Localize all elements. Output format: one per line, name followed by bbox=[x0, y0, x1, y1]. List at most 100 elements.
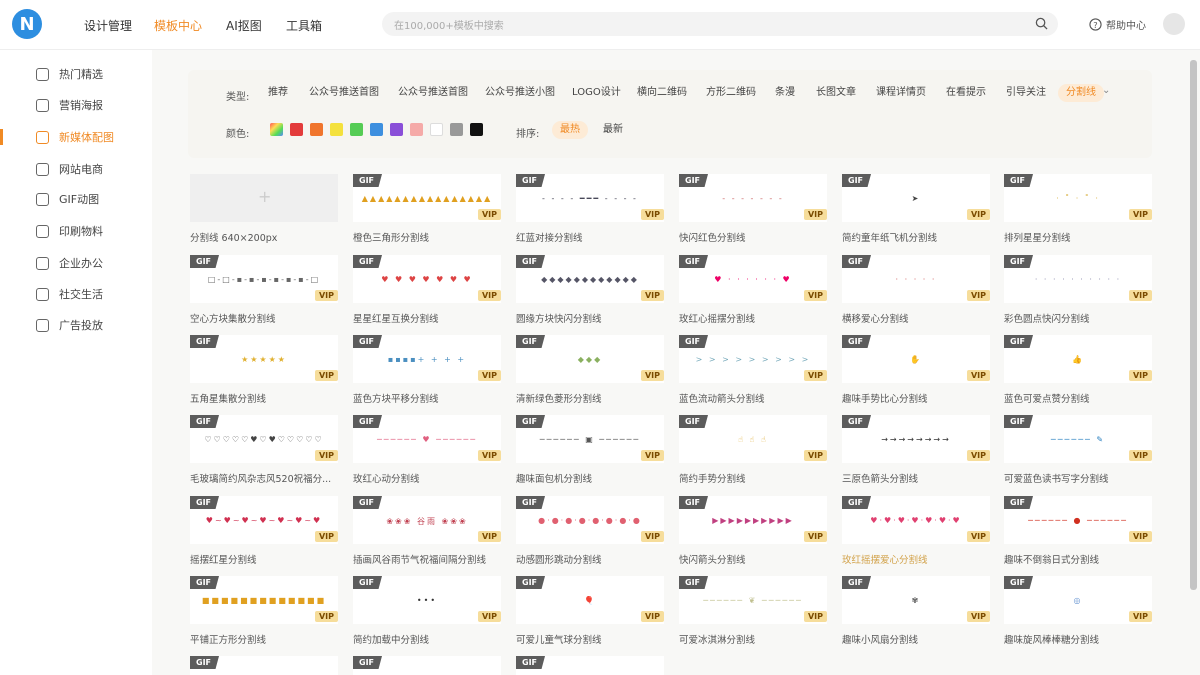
template-card[interactable]: GIF - - - - ━━━ - - - - VIP 红蓝对接分割线 bbox=[516, 174, 664, 244]
type-chip-6[interactable]: 方形二维码 bbox=[706, 84, 756, 102]
template-title[interactable]: 玫红摇摆爱心分割线 bbox=[842, 552, 990, 566]
type-chip-4[interactable]: LOGO设计 bbox=[572, 84, 621, 102]
template-card[interactable]: GIF ────── ❦ ────── VIP 可爱冰淇淋分割线 bbox=[679, 576, 827, 646]
color-swatch-9[interactable] bbox=[450, 123, 463, 136]
sidebar-item-8[interactable]: 广告投放 bbox=[36, 316, 103, 334]
template-thumbnail[interactable]: GIF - - - - ━━━ - - - - VIP bbox=[516, 174, 664, 222]
template-title[interactable]: 排列星星分割线 bbox=[1004, 230, 1152, 244]
template-title[interactable]: 趣味手势比心分割线 bbox=[842, 391, 990, 405]
nav-ai-cutout[interactable]: AI抠图 bbox=[226, 17, 262, 34]
sidebar-item-4[interactable]: GIF动图 bbox=[36, 190, 99, 208]
template-thumbnail[interactable]: GIF · ˚ · ˚ · VIP bbox=[1004, 174, 1152, 222]
template-card[interactable]: GIF 🎈 VIP 可爱儿童气球分割线 bbox=[516, 576, 664, 646]
color-swatch-6[interactable] bbox=[390, 123, 403, 136]
logo[interactable]: N bbox=[12, 9, 42, 39]
sidebar-item-5[interactable]: 印刷物料 bbox=[36, 222, 103, 240]
template-card[interactable]: GIF 👍 VIP 蓝色可爱点赞分割线 bbox=[1004, 335, 1152, 405]
sidebar-item-1[interactable]: 营销海报 bbox=[36, 96, 103, 114]
template-thumbnail[interactable]: GIF ➤ VIP bbox=[842, 174, 990, 222]
template-card[interactable]: GIF ••• VIP 简约加载中分割线 bbox=[353, 576, 501, 646]
color-swatch-0[interactable] bbox=[270, 123, 283, 136]
template-card[interactable]: GIF □-□-▪-▪-▪-▪-▪-▪-□ VIP 空心方块集散分割线 bbox=[190, 255, 338, 325]
template-thumbnail[interactable]: GIF · · · · · · · · · · VIP bbox=[1004, 255, 1152, 303]
template-title[interactable]: 可爱冰淇淋分割线 bbox=[679, 632, 827, 646]
template-title[interactable]: 圆缘方块快闪分割线 bbox=[516, 311, 664, 325]
type-chip-2[interactable]: 公众号推送首图 bbox=[398, 84, 468, 102]
color-swatch-4[interactable] bbox=[350, 123, 363, 136]
template-card[interactable]: GIF ◆◆◆◆◆◆◆◆◆◆◆◆ VIP 圆缘方块快闪分割线 bbox=[516, 255, 664, 325]
template-card[interactable]: GIF ■■■■■■■■■■■■■ VIP 平铺正方形分割线 bbox=[190, 576, 338, 646]
template-title[interactable]: 星星红星互换分割线 bbox=[353, 311, 501, 325]
template-thumbnail[interactable]: GIF - - - - - - - VIP bbox=[679, 174, 827, 222]
template-thumbnail[interactable]: GIF →→→→→→→→ VIP bbox=[842, 415, 990, 463]
template-thumbnail[interactable]: GIF · · · · · VIP bbox=[842, 255, 990, 303]
color-swatch-2[interactable] bbox=[310, 123, 323, 136]
template-title[interactable]: 蓝色方块平移分割线 bbox=[353, 391, 501, 405]
template-thumbnail[interactable]: GIF ♥ ♥ ♥ ♥ ♥ ♥ ♥ VIP bbox=[353, 255, 501, 303]
type-chip-11[interactable]: 引导关注 bbox=[1006, 84, 1046, 102]
template-title[interactable]: 毛玻璃简约风杂志风520祝福分... bbox=[190, 471, 338, 485]
template-card[interactable]: GIF ────── ♥ ────── VIP 玫红心动分割线 bbox=[353, 415, 501, 485]
sidebar-item-6[interactable]: 企业办公 bbox=[36, 254, 103, 272]
template-thumbnail[interactable]: GIF ◎ VIP bbox=[1004, 576, 1152, 624]
template-title[interactable]: 空心方块集散分割线 bbox=[190, 311, 338, 325]
template-thumbnail[interactable]: GIF ■■■■■■■■■■■■■ VIP bbox=[190, 576, 338, 624]
sidebar-item-3[interactable]: 网站电商 bbox=[36, 160, 103, 178]
template-thumbnail[interactable]: GIF❦ bbox=[190, 656, 338, 675]
template-title[interactable]: 简约童年纸飞机分割线 bbox=[842, 230, 990, 244]
template-card[interactable]: GIF ────── ● ────── VIP 趣味不倒翁日式分割线 bbox=[1004, 496, 1152, 566]
template-title[interactable]: 蓝色流动箭头分割线 bbox=[679, 391, 827, 405]
template-card[interactable]: GIF ────── ✎ VIP 可爱蓝色读书写字分割线 bbox=[1004, 415, 1152, 485]
template-card[interactable]: GIF ♥~♥~♥~♥~♥~♥~♥ VIP 摇摆红星分割线 bbox=[190, 496, 338, 566]
template-card[interactable]: GIF ➤ VIP 简约童年纸飞机分割线 bbox=[842, 174, 990, 244]
template-card[interactable]: GIF bbox=[353, 656, 501, 675]
avatar[interactable] bbox=[1163, 13, 1185, 35]
template-thumbnail[interactable]: GIF ♥ · · · · · · ♥ VIP bbox=[679, 255, 827, 303]
scrollbar[interactable] bbox=[1190, 60, 1197, 590]
template-thumbnail[interactable]: GIF ▶▶▶▶▶▶▶▶▶▶ VIP bbox=[679, 496, 827, 544]
nav-design-manage[interactable]: 设计管理 bbox=[84, 17, 132, 34]
template-card[interactable]: GIF > > > > > > > > > VIP 蓝色流动箭头分割线 bbox=[679, 335, 827, 405]
sort-option-0[interactable]: 最热 bbox=[552, 121, 588, 139]
template-card[interactable]: GIF →→→→→→→→ VIP 三原色箭头分割线 bbox=[842, 415, 990, 485]
template-title[interactable]: 横移爱心分割线 bbox=[842, 311, 990, 325]
template-card[interactable]: GIF ▲▲▲▲▲▲▲▲▲▲▲▲▲▲▲▲ VIP 橙色三角形分割线 bbox=[353, 174, 501, 244]
template-card[interactable]: GIF ▪▪▪▪+ + + + VIP 蓝色方块平移分割线 bbox=[353, 335, 501, 405]
search-input[interactable]: 在100,000+模板中搜索 bbox=[382, 12, 1058, 36]
template-title[interactable]: 清新绿色菱形分割线 bbox=[516, 391, 664, 405]
template-thumbnail[interactable]: GIF ★★★★★ VIP bbox=[190, 335, 338, 383]
template-card[interactable]: GIF ♥ ♥ ♥ ♥ ♥ ♥ ♥ VIP 星星红星互换分割线 bbox=[353, 255, 501, 325]
template-card[interactable]: GIF - - - - - - - VIP 快闪红色分割线 bbox=[679, 174, 827, 244]
type-chip-8[interactable]: 长图文章 bbox=[816, 84, 856, 102]
color-swatch-3[interactable] bbox=[330, 123, 343, 136]
template-card[interactable]: GIF ▶▶▶▶▶▶▶▶▶▶ VIP 快闪箭头分割线 bbox=[679, 496, 827, 566]
sidebar-item-7[interactable]: 社交生活 bbox=[36, 285, 103, 303]
template-title[interactable]: 插画风谷雨节气祝福间隔分割线 bbox=[353, 552, 501, 566]
sidebar-item-2[interactable]: 新媒体配图 bbox=[36, 128, 114, 146]
template-title[interactable]: 趣味面包机分割线 bbox=[516, 471, 664, 485]
type-chip-10[interactable]: 在看提示 bbox=[946, 84, 986, 102]
template-thumbnail[interactable]: GIF ◆◆◆◆◆◆◆◆◆◆◆◆ VIP bbox=[516, 255, 664, 303]
color-swatch-1[interactable] bbox=[290, 123, 303, 136]
type-chip-12[interactable]: 分割线 bbox=[1058, 84, 1104, 102]
template-thumbnail[interactable]: GIF bbox=[353, 656, 501, 675]
template-title[interactable]: 蓝色可爱点赞分割线 bbox=[1004, 391, 1152, 405]
sort-option-1[interactable]: 最新 bbox=[603, 121, 623, 139]
type-chip-0[interactable]: 推荐 bbox=[268, 84, 288, 102]
template-title[interactable]: 五角星集散分割线 bbox=[190, 391, 338, 405]
template-title[interactable]: 红蓝对接分割线 bbox=[516, 230, 664, 244]
template-thumbnail[interactable]: GIF ♡♡♡♡♡♥♡♥♡♡♡♡♡ VIP bbox=[190, 415, 338, 463]
upload-card[interactable]: + 分割线 640×200px bbox=[190, 174, 338, 244]
template-thumbnail[interactable]: GIF ────── ♥ ────── VIP bbox=[353, 415, 501, 463]
template-thumbnail[interactable]: GIF ♥~♥~♥~♥~♥~♥~♥ VIP bbox=[190, 496, 338, 544]
template-thumbnail[interactable]: GIF 👍 VIP bbox=[1004, 335, 1152, 383]
template-title[interactable]: 快闪箭头分割线 bbox=[679, 552, 827, 566]
template-title[interactable]: 快闪红色分割线 bbox=[679, 230, 827, 244]
template-title[interactable]: 趣味不倒翁日式分割线 bbox=[1004, 552, 1152, 566]
template-card[interactable]: GIF ◎ VIP 趣味旋风棒棒糖分割线 bbox=[1004, 576, 1152, 646]
template-title[interactable]: 简约手势分割线 bbox=[679, 471, 827, 485]
template-thumbnail[interactable]: GIF ◆◆◆ VIP bbox=[516, 335, 664, 383]
template-title[interactable]: 趣味旋风棒棒糖分割线 bbox=[1004, 632, 1152, 646]
search-icon[interactable] bbox=[1035, 17, 1048, 30]
template-title[interactable]: 玫红心摇摆分割线 bbox=[679, 311, 827, 325]
